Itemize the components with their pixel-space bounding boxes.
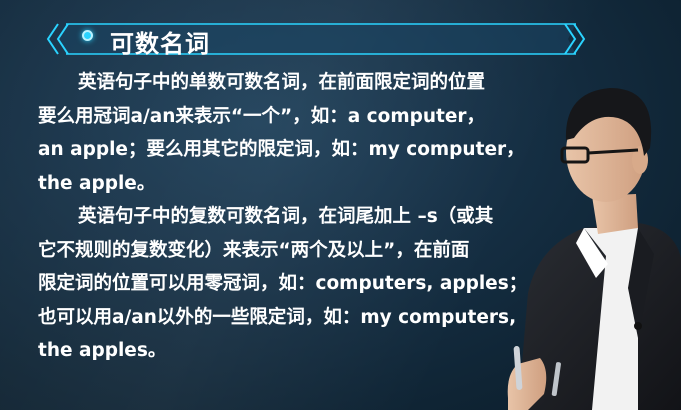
slide-body: 英语句子中的单数可数名词，在前面限定词的位置 要么用冠词a/an来表示“一个”，… xyxy=(38,66,553,368)
paragraph-1-line-4: the apple。 xyxy=(38,172,156,194)
paragraph-2-line-5: the apples。 xyxy=(38,340,167,361)
paragraph-1-line-2: 要么用冠词a/an来表示“一个”，如：a computer， xyxy=(38,105,486,127)
paragraph-1-line-1: 英语句子中的单数可数名词，在前面限定词的位置 xyxy=(78,72,486,93)
lapel-mic xyxy=(634,322,642,330)
slide-title: 可数名词 xyxy=(110,30,210,58)
slide: 可数名词 英语句子中的单数可数名词，在前面限定词的位置 要么用冠词a/an来表示… xyxy=(0,0,681,410)
glowing-dot-icon xyxy=(82,30,93,41)
title-banner: 可数名词 xyxy=(44,22,590,58)
paragraph-2-line-2: 它不规则的复数变化）来表示“两个及以上”，在前面 xyxy=(38,239,470,261)
paragraph-2-line-3: 限定词的位置可以用零冠词，如：computers, apples； xyxy=(38,273,528,294)
paragraph-2-line-1: 英语句子中的复数可数名词，在词尾加上 –s（或其 xyxy=(78,206,494,227)
presenter-figure xyxy=(507,88,681,410)
paragraph-2-line-4: 也可以用a/an以外的一些限定词，如：my computers, xyxy=(38,306,517,328)
paragraph-1-line-3: an apple；要么用其它的限定词，如：my computer， xyxy=(38,139,525,160)
